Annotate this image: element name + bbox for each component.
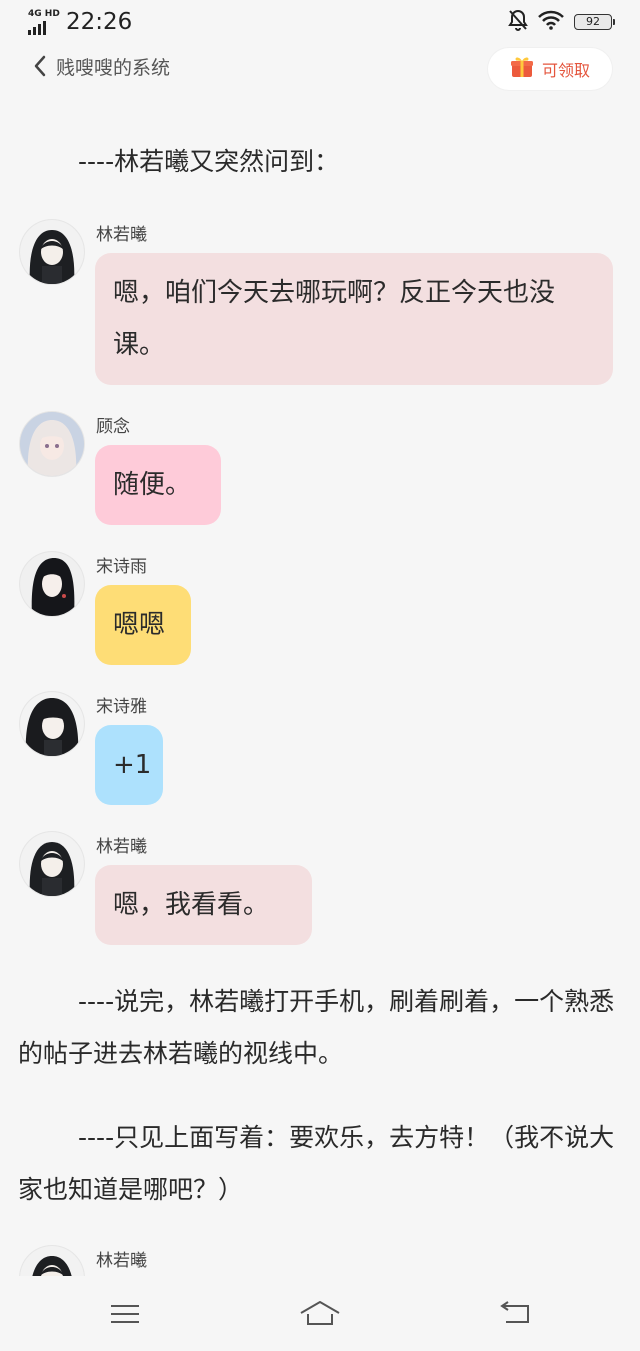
signal-icon: 4G HD bbox=[28, 9, 62, 35]
avatar[interactable] bbox=[20, 832, 84, 896]
sender-name: 宋诗雅 bbox=[96, 697, 147, 717]
avatar[interactable] bbox=[20, 412, 84, 476]
sender-name: 宋诗雨 bbox=[96, 557, 147, 577]
wifi-icon bbox=[538, 10, 564, 34]
message-bubble: 嗯嗯 bbox=[95, 585, 191, 665]
system-nav-bar bbox=[0, 1276, 640, 1351]
back-nav-button[interactable] bbox=[496, 1294, 536, 1334]
battery-level: 92 bbox=[586, 15, 600, 28]
network-type: 4G HD bbox=[28, 9, 60, 19]
book-title: 贱嗖嗖的系统 bbox=[56, 57, 171, 79]
avatar[interactable] bbox=[20, 1246, 84, 1276]
menu-icon bbox=[105, 1305, 145, 1338]
back-icon bbox=[496, 1301, 536, 1338]
avatar[interactable] bbox=[20, 220, 84, 284]
narration-text: ----林若曦又突然问到： bbox=[78, 147, 340, 176]
gift-icon bbox=[510, 56, 534, 82]
message-bubble: 随便。 bbox=[95, 445, 221, 525]
back-button[interactable]: 贱嗖嗖的系统 bbox=[32, 54, 170, 82]
message-bubble: 嗯，我看看。 bbox=[95, 865, 312, 945]
sender-name: 林若曦 bbox=[96, 1251, 147, 1271]
avatar[interactable] bbox=[20, 552, 84, 616]
menu-button[interactable] bbox=[105, 1294, 145, 1334]
narration-text: ----只见上面写着：要欢乐，去方特！（我不说大家也知道是哪吧？） bbox=[18, 1123, 615, 1204]
chevron-left-icon bbox=[32, 54, 48, 82]
battery-icon: 92 bbox=[574, 14, 615, 30]
sender-name: 顾念 bbox=[96, 417, 130, 437]
clock: 22:26 bbox=[66, 9, 133, 35]
sender-name: 林若曦 bbox=[96, 837, 147, 857]
status-bar: 4G HD 22:26 92 bbox=[0, 0, 640, 44]
reward-button[interactable]: 可领取 bbox=[488, 48, 612, 90]
top-bar: 贱嗖嗖的系统 可领取 bbox=[0, 46, 640, 92]
message-bubble: +1 bbox=[95, 725, 163, 805]
bell-off-icon bbox=[508, 9, 528, 35]
reward-label: 可领取 bbox=[541, 61, 590, 80]
chat-story-content: ----林若曦又突然问到： 林若曦 嗯，咱们今天去哪玩啊？反正今天也没课。 顾念… bbox=[0, 92, 640, 1276]
narration-text: ----说完，林若曦打开手机，刷着刷着，一个熟悉的帖子进去林若曦的视线中。 bbox=[18, 987, 615, 1068]
home-icon bbox=[300, 1301, 340, 1338]
message-bubble: 嗯，咱们今天去哪玩啊？反正今天也没课。 bbox=[95, 253, 613, 385]
sender-name: 林若曦 bbox=[96, 225, 147, 245]
home-button[interactable] bbox=[300, 1294, 340, 1334]
avatar[interactable] bbox=[20, 692, 84, 756]
